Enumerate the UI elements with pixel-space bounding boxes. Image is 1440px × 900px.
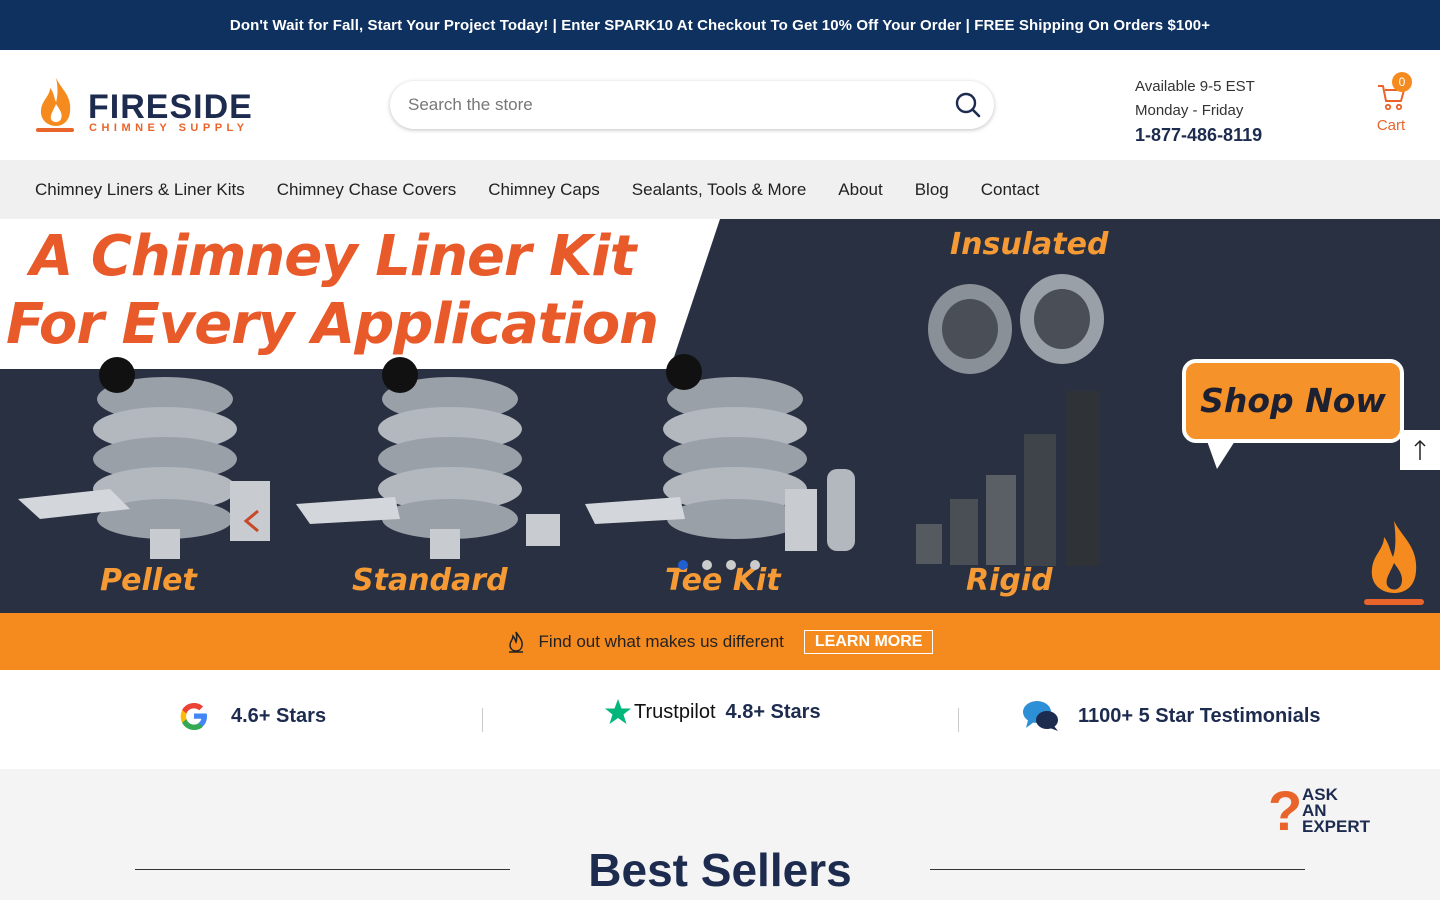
carousel-dot-2[interactable] [702,560,712,570]
label-rigid: Rigid [966,563,1053,598]
search-box [390,81,994,129]
main-nav: Chimney Liners & Liner Kits Chimney Chas… [0,160,1440,219]
rigid-kit-image [916,274,1104,566]
flame-logo-icon [36,78,74,132]
trustpilot-rating[interactable]: Trustpilot 4.8+ Stars [604,698,821,726]
label-insulated: Insulated [950,227,1109,262]
search-button[interactable] [954,91,982,119]
promo-bar: Don't Wait for Fall, Start Your Project … [0,0,1440,50]
nav-item-chimney-caps[interactable]: Chimney Caps [488,180,600,200]
nav-item-blog[interactable]: Blog [915,180,949,200]
arrow-up-icon [1414,439,1426,460]
shop-now-label: Shop Now [1200,381,1386,420]
carousel-dot-4[interactable] [750,560,760,570]
promo-text: Don't Wait for Fall, Start Your Project … [229,16,1211,34]
search-input[interactable] [408,93,928,117]
speech-bubble-tail [1207,441,1235,469]
trustpilot-star-icon [605,699,631,724]
google-icon [180,703,207,730]
flame-badge-icon [1364,521,1424,605]
ask-an-expert-button[interactable]: ? ASK AN EXPERT [1268,783,1380,843]
cart-count-badge: 0 [1392,72,1412,92]
site-logo[interactable]: FIRESIDE CHIMNEY SUPPLY [32,74,272,136]
ratings-divider-1 [482,708,483,732]
nav-item-contact[interactable]: Contact [981,180,1040,200]
best-sellers-section: Best Sellers ? ASK AN EXPERT [0,769,1440,900]
about-bar: Find out what makes us different LEARN M… [0,613,1440,670]
learn-more-button[interactable]: LEARN MORE [803,629,934,654]
search-icon [955,92,981,118]
ratings-divider-2 [958,708,959,732]
nav-item-sealants-tools[interactable]: Sealants, Tools & More [632,180,807,200]
nav-item-chase-covers[interactable]: Chimney Chase Covers [277,180,457,200]
flame-icon [508,631,523,653]
phone-number[interactable]: 1-877-486-8119 [1135,123,1262,147]
shop-now-button[interactable]: Shop Now [1182,359,1404,443]
tee-kit-image [585,354,855,551]
cart-button[interactable]: 0 Cart [1368,72,1414,136]
pellet-kit-image [18,357,270,559]
ask-expert-line3: EXPERT [1302,817,1371,836]
hero-banner[interactable]: A Chimney Liner Kit For Every Applicatio… [0,219,1440,613]
trustpilot-brand: Trustpilot [634,700,716,723]
best-sellers-title: Best Sellers [588,844,852,896]
ask-expert-label: ASK AN EXPERT [1302,786,1371,836]
about-bar-text: Find out what makes us different [538,631,784,651]
carousel-dot-3[interactable] [726,560,736,570]
contact-info: Available 9-5 EST Monday - Friday 1-877-… [1135,75,1262,147]
label-pellet: Pellet [100,563,197,598]
google-rating-text: 4.6+ Stars [231,704,327,727]
liner-kit-illustrations [18,274,1104,566]
chat-bubbles-icon [1023,701,1058,731]
carousel-dot-1[interactable] [678,560,688,570]
scroll-to-top-button[interactable] [1400,430,1440,470]
google-rating[interactable]: 4.6+ Stars [178,700,326,732]
carousel-dots [678,560,760,570]
trustpilot-rating-text: 4.8+ Stars [725,700,821,723]
testimonials-rating[interactable]: 1100+ 5 Star Testimonials [1022,700,1321,732]
availability-days: Monday - Friday [1135,102,1244,119]
ratings-strip: 4.6+ Stars Trustpilot 4.8+ Stars 1100+ 5… [0,670,1440,769]
cart-label: Cart [1376,117,1406,134]
label-standard: Standard [352,563,508,598]
site-header: FIRESIDE CHIMNEY SUPPLY Available 9-5 ES… [0,50,1440,160]
question-mark-icon: ? [1268,779,1303,842]
testimonials-text: 1100+ 5 Star Testimonials [1078,704,1321,727]
nav-item-chimney-liners[interactable]: Chimney Liners & Liner Kits [35,180,245,200]
standard-kit-image [296,357,560,559]
nav-item-about[interactable]: About [838,180,882,200]
logo-tagline: CHIMNEY SUPPLY [89,122,249,134]
availability-hours: Available 9-5 EST [1135,78,1255,95]
